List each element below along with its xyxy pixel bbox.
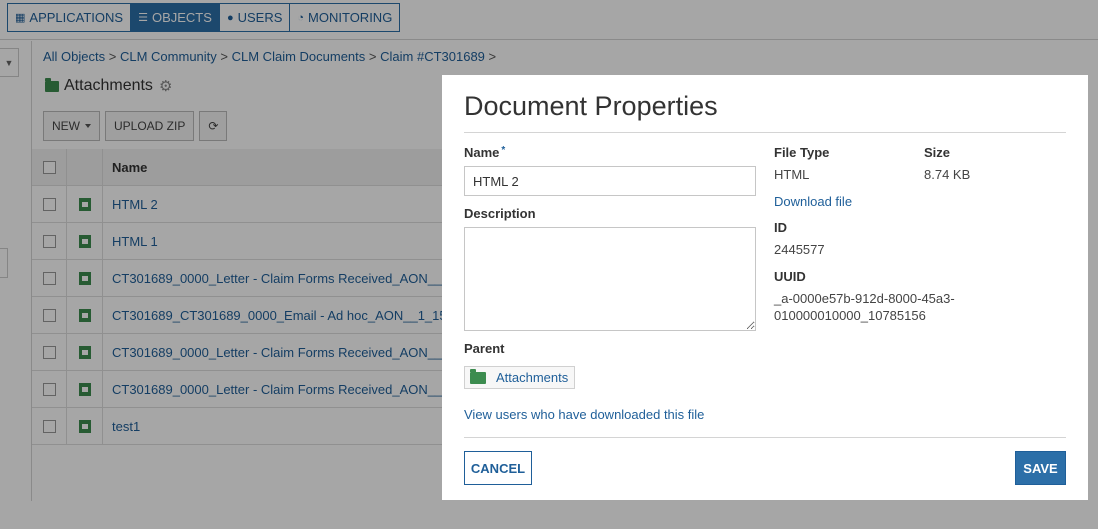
required-marker: * (501, 145, 506, 156)
parent-label: Parent (464, 341, 505, 356)
download-file-link[interactable]: Download file (774, 194, 852, 209)
folder-icon (470, 368, 486, 384)
uuid-label: UUID (774, 269, 806, 284)
name-label-text: Name (464, 145, 500, 160)
name-input[interactable] (464, 166, 756, 196)
file-type-value: HTML (774, 167, 810, 182)
file-type-label: File Type (774, 145, 830, 160)
uuid-value-line-1: _a-0000e57b-912d-8000-45a3- (774, 291, 955, 306)
parent-link-label: Attachments (496, 370, 569, 385)
dialog-title: Document Properties (464, 91, 718, 121)
id-value: 2445577 (774, 242, 825, 257)
description-textarea[interactable] (464, 227, 756, 331)
name-label: Name * (464, 145, 505, 160)
size-label: Size (924, 145, 951, 160)
id-label: ID (774, 220, 787, 235)
uuid-value-line-2: 010000010000_10785156 (774, 308, 926, 323)
view-downloaders-link[interactable]: View users who have downloaded this file (464, 407, 704, 422)
footer-divider (464, 437, 1066, 438)
size-value: 8.74 KB (924, 167, 971, 182)
description-label: Description (464, 206, 536, 221)
cancel-button[interactable]: CANCEL (464, 451, 532, 485)
document-properties-dialog: Document Properties Name* Description Pa… (442, 75, 1088, 500)
save-button[interactable]: SAVE (1015, 451, 1066, 485)
header-divider (464, 132, 1066, 133)
parent-link[interactable]: Attachments (464, 366, 576, 389)
